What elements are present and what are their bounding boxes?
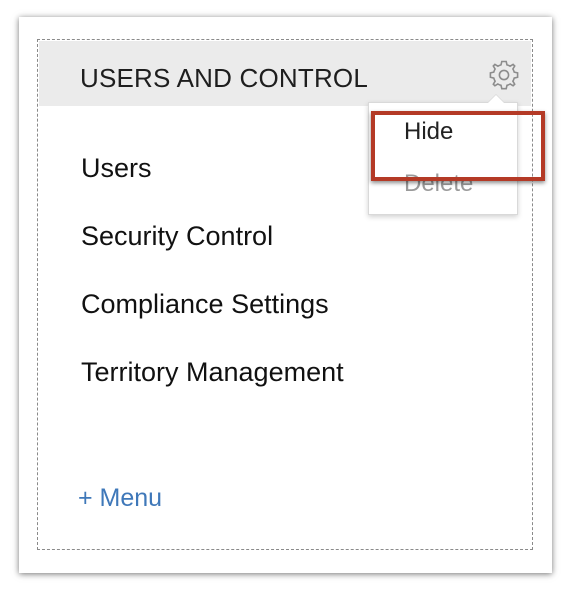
panel-title: USERS AND CONTROL xyxy=(80,63,369,93)
panel-header: USERS AND CONTROL xyxy=(39,41,531,106)
delete-option: Delete xyxy=(404,170,474,197)
settings-dropdown: Hide Delete xyxy=(368,94,518,215)
menu-item-compliance-settings[interactable]: Compliance Settings xyxy=(81,284,344,352)
menu-item-territory-management[interactable]: Territory Management xyxy=(81,352,344,420)
menu-item-users[interactable]: Users xyxy=(81,148,344,216)
menu-item-security-control[interactable]: Security Control xyxy=(81,216,344,284)
hide-option[interactable]: Hide xyxy=(369,107,517,157)
add-menu-link[interactable]: + Menu xyxy=(78,484,162,513)
gear-icon[interactable] xyxy=(487,58,521,92)
dropdown-caret xyxy=(487,94,505,103)
users-and-control-card: USERS AND CONTROL Users Security Control… xyxy=(19,17,552,573)
menu-list: Users Security Control Compliance Settin… xyxy=(81,148,344,420)
